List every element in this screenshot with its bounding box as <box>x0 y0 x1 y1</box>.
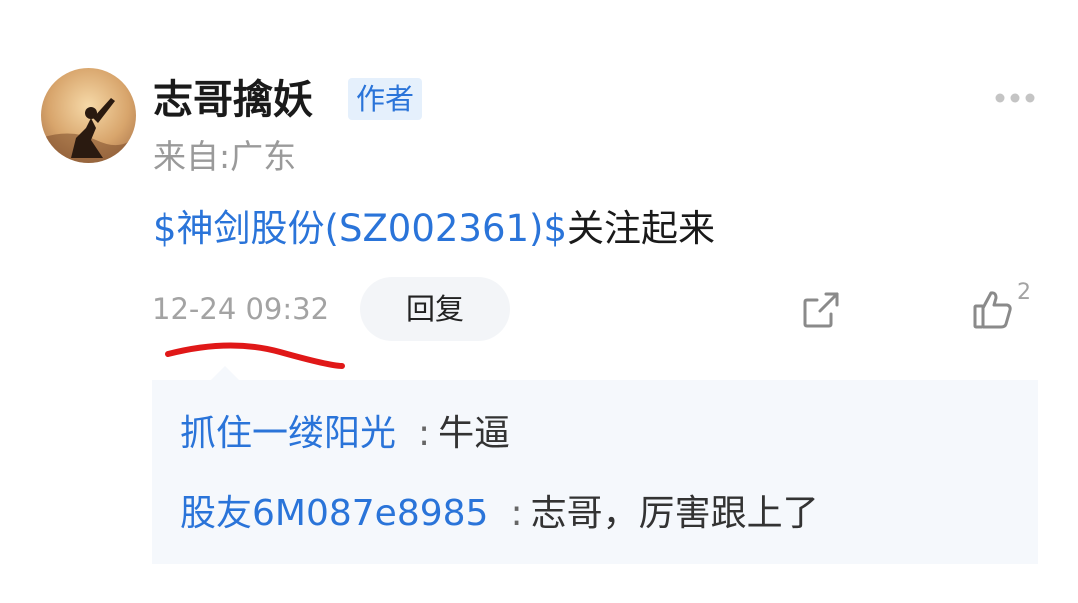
reply-box-pointer <box>211 366 239 380</box>
like-count: 2 <box>1017 280 1031 305</box>
like-button[interactable]: 2 <box>972 281 1036 331</box>
stock-link[interactable]: $神剑股份(SZ002361)$ <box>153 207 567 250</box>
reply-item: 股友6M087e8985: 志哥，厉害跟上了 <box>180 488 819 540</box>
reply-item: 抓住一缕阳光: 牛逼 <box>180 408 510 460</box>
avatar-image <box>41 68 136 163</box>
reply-user[interactable]: 股友6M087e8985 <box>180 493 488 534</box>
reply-text: 牛逼 <box>438 413 511 454</box>
author-location: 来自:广东 <box>153 137 297 176</box>
reply-separator: : <box>418 413 431 454</box>
reply-user[interactable]: 抓住一缕阳光 <box>180 413 396 454</box>
share-icon[interactable] <box>800 289 842 331</box>
reply-text: 志哥，厉害跟上了 <box>530 493 819 534</box>
reply-separator: : <box>510 493 523 534</box>
red-underline-annotation <box>165 342 345 369</box>
reply-button[interactable]: 回复 <box>360 277 510 341</box>
author-badge: 作者 <box>348 78 423 120</box>
thumbs-up-icon <box>973 291 1012 329</box>
author-name[interactable]: 志哥擒妖 <box>153 74 313 126</box>
more-icon[interactable] <box>994 90 1036 106</box>
post-content: $神剑股份(SZ002361)$关注起来 <box>153 202 715 256</box>
post-text: 关注起来 <box>567 207 716 250</box>
post-timestamp: 12-24 09:32 <box>152 292 330 326</box>
author-avatar[interactable] <box>41 68 136 163</box>
